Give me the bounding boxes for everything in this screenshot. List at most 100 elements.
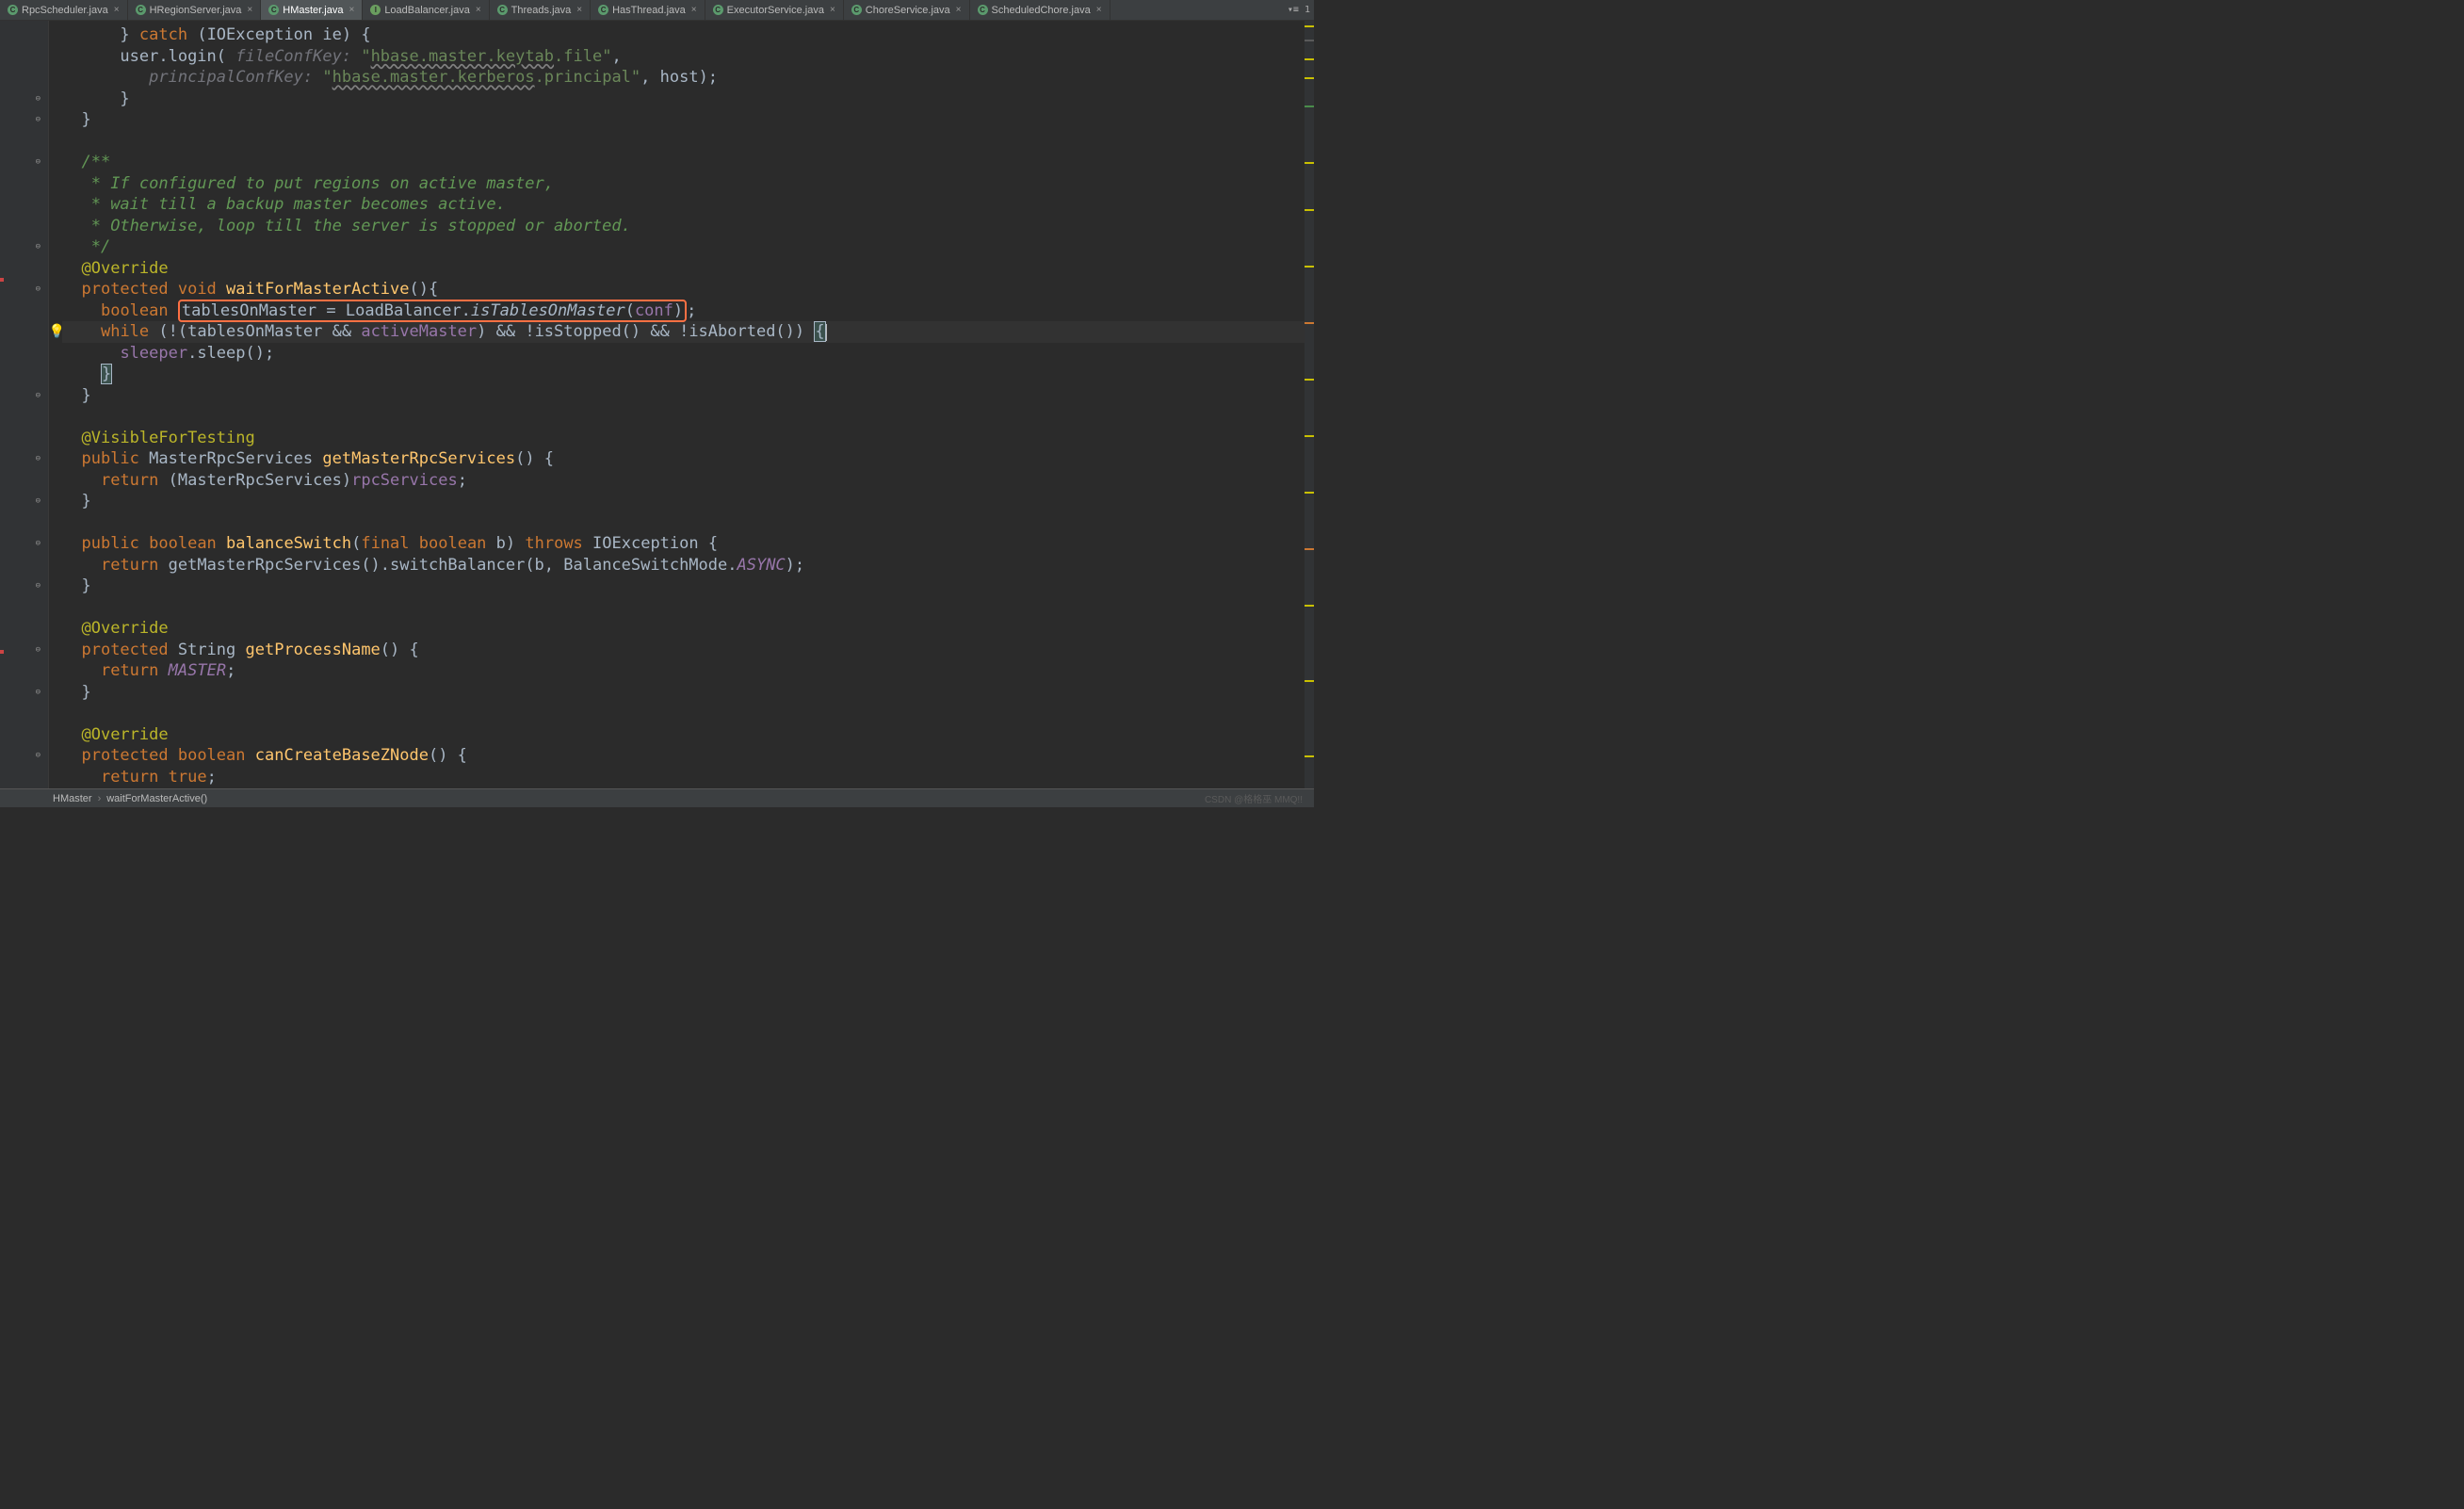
code-line[interactable]: protected String getProcessName() { (62, 640, 1314, 661)
fold-icon[interactable]: ⊖ (36, 496, 41, 506)
gutter-line[interactable] (0, 597, 48, 619)
code-line[interactable]: /** (62, 152, 1314, 173)
code-line[interactable]: @VisibleForTesting (62, 428, 1314, 449)
warning-mark[interactable] (1305, 266, 1314, 268)
warning-mark[interactable] (1305, 379, 1314, 381)
code-line[interactable]: return (MasterRpcServices)rpcServices; (62, 470, 1314, 492)
code-line[interactable] (62, 703, 1314, 724)
close-icon[interactable]: × (349, 5, 354, 15)
breakpoint-marker[interactable] (0, 650, 4, 654)
gutter-line[interactable]: ⊖ (0, 109, 48, 131)
code-line[interactable]: } (62, 576, 1314, 597)
code-line[interactable]: } (62, 491, 1314, 512)
code-line[interactable]: } (62, 89, 1314, 110)
close-icon[interactable]: × (114, 5, 120, 15)
code-line[interactable] (62, 131, 1314, 153)
code-line[interactable]: @Override (62, 258, 1314, 280)
fold-icon[interactable]: ⊖ (36, 115, 41, 124)
warning-mark[interactable] (1305, 162, 1314, 164)
close-icon[interactable]: × (1096, 5, 1102, 15)
code-line[interactable]: } catch (IOException ie) { (62, 24, 1314, 46)
code-line[interactable]: } (62, 385, 1314, 407)
gutter-line[interactable] (0, 555, 48, 576)
close-icon[interactable]: × (476, 5, 481, 15)
fold-icon[interactable]: ⊖ (36, 751, 41, 760)
gutter-line[interactable] (0, 131, 48, 153)
tabs-overflow[interactable]: ▾≡ 1 (1284, 0, 1314, 20)
close-icon[interactable]: × (576, 5, 582, 15)
close-icon[interactable]: × (247, 5, 252, 15)
gutter-line[interactable] (0, 724, 48, 746)
fold-icon[interactable]: ⊖ (36, 645, 41, 655)
code-line[interactable]: protected boolean canCreateBaseZNode() { (62, 745, 1314, 767)
fold-icon[interactable]: ⊖ (36, 581, 41, 591)
code-line[interactable]: } (62, 109, 1314, 131)
fold-icon[interactable]: ⊖ (36, 539, 41, 548)
mark[interactable] (1305, 40, 1314, 41)
fold-icon[interactable]: ⊖ (36, 688, 41, 697)
gutter-line[interactable] (0, 470, 48, 492)
code-line[interactable]: } (62, 364, 1314, 385)
code-line[interactable] (62, 597, 1314, 619)
warning-mark[interactable] (1305, 77, 1314, 79)
code-line[interactable]: public boolean balanceSwitch(final boole… (62, 533, 1314, 555)
tab[interactable]: CExecutorService.java× (705, 0, 844, 20)
tab[interactable]: CRpcScheduler.java× (0, 0, 128, 20)
warning-mark[interactable] (1305, 25, 1314, 27)
code-line[interactable]: @Override (62, 618, 1314, 640)
code-line-current[interactable]: while (!(tablesOnMaster && activeMaster)… (62, 321, 1314, 343)
warning-mark[interactable] (1305, 680, 1314, 682)
gutter-line[interactable]: ⊖ (0, 236, 48, 258)
gutter-line[interactable] (0, 512, 48, 534)
tab[interactable]: ILoadBalancer.java× (363, 0, 489, 20)
code-line[interactable]: protected void waitForMasterActive(){ (62, 279, 1314, 300)
warning-mark[interactable] (1305, 755, 1314, 757)
tab[interactable]: CHMaster.java× (261, 0, 363, 20)
fold-icon[interactable]: ⊖ (36, 242, 41, 252)
gutter-line[interactable] (0, 216, 48, 237)
fold-icon[interactable]: ⊖ (36, 284, 41, 294)
code-line[interactable]: user.login( fileConfKey: "hbase.master.k… (62, 46, 1314, 68)
gutter-line[interactable]: ⊖ (0, 745, 48, 767)
gutter-line[interactable] (0, 406, 48, 428)
error-mark[interactable] (1305, 548, 1314, 550)
code-line[interactable]: * If configured to put regions on active… (62, 173, 1314, 195)
breadcrumb-item[interactable]: HMaster (47, 793, 98, 804)
info-mark[interactable] (1305, 105, 1314, 107)
breakpoint-marker[interactable] (0, 278, 4, 282)
gutter-line[interactable]: ⊖ (0, 152, 48, 173)
gutter-line[interactable]: 💡 (0, 321, 48, 343)
code-line[interactable]: principalConfKey: "hbase.master.kerberos… (62, 67, 1314, 89)
gutter-line[interactable] (0, 194, 48, 216)
warning-mark[interactable] (1305, 435, 1314, 437)
tab[interactable]: CChoreService.java× (844, 0, 970, 20)
code-line[interactable]: } (62, 682, 1314, 704)
warning-mark[interactable] (1305, 209, 1314, 211)
gutter-line[interactable] (0, 703, 48, 724)
gutter-line[interactable] (0, 24, 48, 46)
gutter-line[interactable]: ⊖ (0, 448, 48, 470)
gutter-line[interactable] (0, 67, 48, 89)
gutter-line[interactable]: ⊖ (0, 576, 48, 597)
tab[interactable]: CHasThread.java× (591, 0, 705, 20)
marks-strip[interactable] (1305, 21, 1314, 788)
gutter-line[interactable] (0, 767, 48, 788)
code-editor[interactable]: } catch (IOException ie) { user.login( f… (49, 21, 1314, 788)
code-line[interactable]: */ (62, 236, 1314, 258)
gutter-line[interactable] (0, 258, 48, 280)
gutter-line[interactable] (0, 618, 48, 640)
gutter-line[interactable] (0, 428, 48, 449)
gutter-line[interactable]: ⊖ (0, 682, 48, 704)
gutter-line[interactable] (0, 660, 48, 682)
fold-icon[interactable]: ⊖ (36, 157, 41, 167)
gutter-line[interactable]: ⊖ (0, 279, 48, 300)
warning-mark[interactable] (1305, 492, 1314, 494)
warning-mark[interactable] (1305, 605, 1314, 607)
error-mark[interactable] (1305, 322, 1314, 324)
tab[interactable]: CThreads.java× (490, 0, 591, 20)
intention-bulb-icon[interactable]: 💡 (49, 324, 65, 339)
gutter-line[interactable] (0, 300, 48, 322)
gutter-line[interactable]: ⊖ (0, 640, 48, 661)
gutter-line[interactable]: ⊖ (0, 385, 48, 407)
gutter-line[interactable] (0, 364, 48, 385)
